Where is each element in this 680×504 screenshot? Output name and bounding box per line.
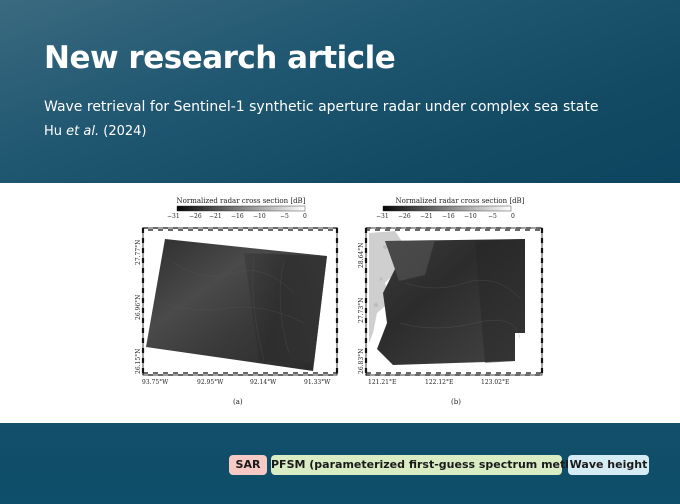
author-etal: et al.	[66, 124, 100, 139]
lat-label: 28.64°N	[358, 243, 365, 268]
colorbar-tick: −26	[398, 213, 411, 220]
figure-caption-b: (b)	[451, 398, 461, 406]
colorbar-title-a: Normalized radar cross section [dB]	[177, 197, 306, 205]
lon-labels-b: 121.21°E 122.12°E 123.02°E	[368, 379, 509, 386]
colorbar-tick: −10	[253, 213, 266, 220]
lon-label: 121.21°E	[368, 379, 396, 386]
tag-pfsm[interactable]: PFSM (parameterized first-guess spectrum…	[271, 455, 594, 475]
figure-panel-a: Normalized radar cross section [dB] −31 …	[135, 197, 339, 406]
lat-label: 27.73°N	[358, 298, 365, 323]
lon-label: 91.33°W	[304, 379, 331, 386]
lat-label: 27.77°N	[135, 240, 142, 265]
colorbar-tick: 0	[303, 213, 307, 220]
page-title: New research article	[44, 40, 396, 76]
lat-label: 26.96°N	[135, 295, 142, 320]
tag-wave-height[interactable]: Wave height	[568, 455, 649, 475]
colorbar-tick: −5	[280, 213, 289, 220]
lon-label: 92.95°W	[197, 379, 224, 386]
colorbar-tick: −16	[442, 213, 455, 220]
colorbar-ticks-a: −31 −26 −21 −16 −10 −5 0	[167, 213, 307, 220]
colorbar-a	[176, 205, 306, 212]
figure-panel-b: Normalized radar cross section [dB] −31 …	[358, 197, 544, 406]
lon-labels-a: 93.75°W 92.95°W 92.14°W 91.33°W	[142, 379, 331, 386]
header-banner: New research article Wave retrieval for …	[0, 0, 680, 183]
tag-sar[interactable]: SAR	[229, 455, 267, 475]
author-name: Hu	[44, 124, 63, 139]
lon-label: 93.75°W	[142, 379, 169, 386]
colorbar-tick: −21	[209, 213, 222, 220]
lon-label: 123.02°E	[481, 379, 509, 386]
article-title[interactable]: Wave retrieval for Sentinel-1 synthetic …	[44, 99, 598, 115]
lat-labels-a: 27.77°N 26.96°N 26.15°N	[135, 240, 142, 374]
colorbar-ticks-b: −31 −26 −21 −16 −10 −5 0	[376, 213, 515, 220]
lat-label: 26.83°N	[358, 349, 365, 374]
publication-year: (2024)	[103, 124, 147, 139]
lat-label: 26.15°N	[135, 349, 142, 374]
figure-area: Normalized radar cross section [dB] −31 …	[0, 183, 680, 423]
colorbar-tick: 0	[511, 213, 515, 220]
keyword-tags: SAR PFSM (parameterized first-guess spec…	[0, 455, 680, 477]
lon-label: 122.12°E	[425, 379, 453, 386]
colorbar-title-b: Normalized radar cross section [dB]	[396, 197, 525, 205]
colorbar-tick: −31	[167, 213, 180, 220]
colorbar-tick: −26	[189, 213, 202, 220]
article-authors: Hu et al. (2024)	[44, 124, 146, 139]
colorbar-tick: −31	[376, 213, 389, 220]
lon-label: 92.14°W	[250, 379, 277, 386]
colorbar-tick: −21	[420, 213, 433, 220]
colorbar-tick: −16	[231, 213, 244, 220]
colorbar-tick: −10	[464, 213, 477, 220]
colorbar-b	[382, 205, 512, 212]
colorbar-tick: −5	[488, 213, 497, 220]
figure-caption-a: (a)	[233, 398, 243, 406]
lat-labels-b: 28.64°N 27.73°N 26.83°N	[358, 243, 365, 374]
